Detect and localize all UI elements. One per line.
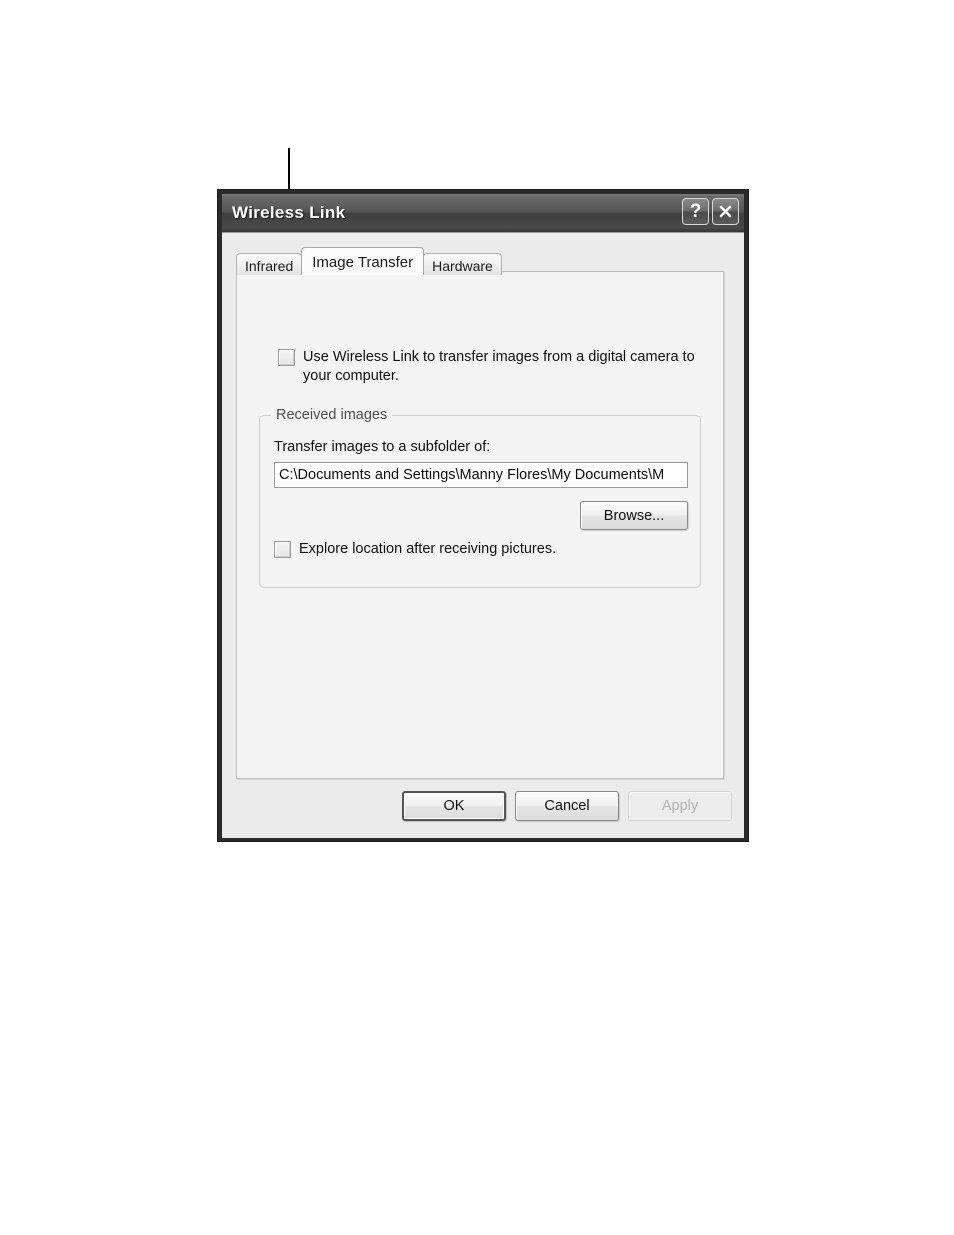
use-wireless-link-checkbox[interactable] (278, 349, 295, 366)
explore-location-row[interactable]: Explore location after receiving picture… (274, 540, 556, 559)
titlebar-buttons: ? (682, 198, 739, 225)
use-wireless-link-label: Use Wireless Link to transfer images fro… (303, 349, 695, 384)
explore-location-label: Explore location after receiving picture… (299, 541, 557, 557)
wireless-link-dialog: Wireless Link ? Infrared Image Transfer … (218, 190, 748, 841)
apply-button-label: Apply (661, 798, 699, 814)
image-transfer-panel: Use Wireless Link to transfer images fro… (236, 271, 724, 779)
ok-button[interactable]: OK (402, 791, 506, 821)
question-mark-icon: ? (689, 201, 702, 222)
browse-button-label: Browse... (603, 507, 665, 524)
tab-strip: Infrared Image Transfer Hardware (236, 243, 502, 275)
tab-image-transfer-label: Image Transfer (312, 254, 414, 271)
window-title: Wireless Link (232, 203, 346, 222)
close-button[interactable] (712, 198, 739, 225)
received-images-legend: Received images (271, 407, 393, 423)
dialog-titlebar: Wireless Link ? (222, 194, 744, 233)
apply-button: Apply (628, 791, 732, 821)
subfolder-path-input[interactable]: C:\Documents and Settings\Manny Flores\M… (274, 462, 688, 488)
tab-hardware-label: Hardware (432, 258, 493, 274)
tab-image-transfer[interactable]: Image Transfer (301, 247, 425, 275)
close-icon (719, 205, 732, 218)
dialog-client-area: Infrared Image Transfer Hardware Use Wir… (222, 233, 744, 838)
tab-infrared-label: Infrared (245, 258, 294, 274)
tab-hardware[interactable]: Hardware (423, 253, 502, 275)
explore-location-checkbox[interactable] (274, 541, 291, 558)
received-images-group: Received images Transfer images to a sub… (259, 407, 701, 588)
cancel-button-label: Cancel (544, 798, 590, 814)
browse-button[interactable]: Browse... (580, 501, 688, 530)
use-wireless-link-row[interactable]: Use Wireless Link to transfer images fro… (278, 348, 696, 386)
tab-infrared[interactable]: Infrared (236, 253, 303, 275)
transfer-subfolder-label: Transfer images to a subfolder of: (274, 439, 491, 455)
ok-button-label: OK (443, 798, 465, 814)
cancel-button[interactable]: Cancel (515, 791, 619, 821)
dialog-button-bar: OK Cancel Apply (222, 791, 744, 831)
help-button[interactable]: ? (682, 198, 709, 225)
